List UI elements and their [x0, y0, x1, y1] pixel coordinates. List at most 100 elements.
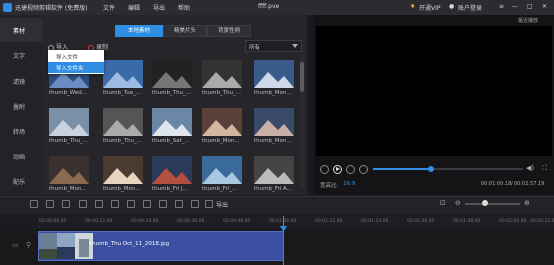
redo-icon[interactable] [46, 200, 54, 208]
media-thumbnail[interactable] [49, 108, 89, 136]
ruler-tick-label: 00:02:00.00 [499, 219, 527, 224]
ruler-tick-label: 00:01:36.00 [407, 219, 435, 224]
media-thumbnail[interactable] [152, 156, 192, 184]
nav-item-label: 配乐 [13, 179, 26, 186]
media-thumbnail-caption: thumb_Wed... [49, 90, 87, 96]
clip-thumbnail [39, 233, 57, 259]
media-thumbnail[interactable] [103, 60, 143, 88]
menu-file[interactable]: 文件 [103, 3, 115, 12]
filter-select[interactable]: 所有 [245, 40, 302, 52]
tab-intros[interactable]: 精美片头 [163, 25, 207, 37]
media-thumbnail[interactable] [202, 108, 242, 136]
preview-screen[interactable] [316, 26, 552, 156]
nav-item-animation[interactable]: 动画 [0, 144, 42, 168]
media-thumbnail-caption: thumb_Thu_... [103, 138, 143, 144]
undo-icon[interactable] [30, 200, 38, 208]
timeline-zoom-knob[interactable] [482, 200, 488, 206]
media-thumbnail[interactable] [202, 156, 242, 184]
freeze-icon[interactable] [159, 200, 167, 208]
landscape-photo-icon [152, 108, 192, 136]
landscape-photo-icon [152, 60, 192, 88]
media-thumbnail-caption: thumb_Mon... [254, 138, 292, 144]
next-frame-button[interactable] [359, 165, 368, 174]
menu-export[interactable]: 导出 [153, 3, 165, 12]
nav-item-label: 滤镜 [13, 79, 26, 86]
chevron-down-icon [292, 44, 298, 48]
media-thumbnail[interactable] [103, 108, 143, 136]
menu-edit[interactable]: 编辑 [128, 3, 140, 12]
export-label: 导出 [216, 202, 229, 209]
tab-backgrounds[interactable]: 背景性例 [207, 25, 251, 37]
media-thumbnail[interactable] [152, 60, 192, 88]
import-file-item[interactable]: 导入文件 [48, 51, 104, 62]
color-icon[interactable] [191, 200, 199, 208]
minimize-icon[interactable]: — [512, 3, 518, 10]
import-folder-item[interactable]: 导入文件夹 [48, 62, 104, 73]
nav-item-label: 素材 [13, 28, 26, 35]
nav-item-label: 转场 [13, 129, 26, 136]
media-thumbnail-caption: thumb_Mon... [202, 138, 240, 144]
nav-item-label: 叠附 [13, 104, 26, 111]
filter-select-value: 所有 [249, 44, 261, 51]
landscape-photo-icon [202, 156, 242, 184]
vip-button[interactable]: 开通VIP [419, 3, 441, 12]
media-thumbnail-caption: thumb_Thu_... [152, 90, 192, 96]
playback-progress-fill [373, 168, 430, 170]
nav-item-music[interactable]: 配乐 [0, 169, 42, 193]
media-thumbnail-caption: thumb_Fri A... [254, 186, 292, 192]
volume-icon[interactable]: ◀) [526, 164, 534, 172]
media-thumbnail[interactable] [152, 108, 192, 136]
close-icon[interactable]: ✕ [542, 3, 547, 10]
account-login-button[interactable]: 账户登录 [458, 3, 482, 12]
vip-icon[interactable]: ♦ [410, 3, 415, 10]
zoom-out-icon[interactable]: ⊖ [455, 199, 461, 207]
playhead[interactable] [283, 216, 284, 265]
menu-help[interactable]: 帮助 [178, 3, 190, 12]
media-thumbnail-caption: thumb_Mon... [103, 186, 141, 192]
playback-progress-knob[interactable] [428, 166, 434, 172]
media-thumbnail[interactable] [49, 156, 89, 184]
media-scrollbar-thumb[interactable] [300, 62, 304, 92]
media-thumbnail[interactable] [254, 156, 294, 184]
ruler-tick-label: 00:01:12.00 [315, 219, 343, 224]
nav-item-transition[interactable]: 转场 [0, 119, 42, 143]
stop-button[interactable] [346, 165, 355, 174]
media-thumbnail[interactable] [254, 108, 294, 136]
media-thumbnail[interactable] [254, 60, 294, 88]
nav-item-filter[interactable]: 滤镜 [0, 69, 42, 93]
timeline-zoom-slider[interactable] [465, 203, 520, 205]
split-icon[interactable] [111, 200, 119, 208]
maximize-icon[interactable]: □ [527, 3, 533, 10]
landscape-photo-icon [103, 60, 143, 88]
import-file-label: 导入文件 [56, 55, 79, 61]
menu-icon[interactable]: ≡ [499, 3, 504, 10]
nav-item-media[interactable]: 素材 [0, 18, 42, 42]
crop-icon[interactable] [95, 200, 103, 208]
export-button[interactable]: 导出 [216, 200, 228, 209]
document-title: ffff.pve [258, 3, 280, 10]
tab-local-media[interactable]: 本地素材 [115, 25, 163, 37]
user-icon[interactable]: ● [449, 3, 454, 10]
media-thumbnail-caption: thumb_Thu_... [49, 138, 89, 144]
landscape-photo-icon [49, 108, 89, 136]
delete-icon[interactable] [79, 200, 87, 208]
fullscreen-icon[interactable]: ⛶ [542, 164, 547, 173]
nav-item-text[interactable]: 文字 [0, 43, 42, 67]
fullscreen-tool-icon[interactable] [205, 200, 213, 208]
timer-icon[interactable] [175, 200, 183, 208]
media-thumbnail[interactable] [202, 60, 242, 88]
nav-item-overlay[interactable]: 叠附 [0, 94, 42, 118]
ruler-tick-label: 00:00:12.00 [85, 219, 113, 224]
zoom-in-icon[interactable]: ⊕ [524, 199, 530, 207]
edit-icon[interactable] [62, 200, 70, 208]
fit-icon[interactable]: ⊡ [440, 199, 446, 207]
ruler-tick-label: 00:00:24.00 [131, 219, 159, 224]
media-thumbnail-caption: thumb_Mon... [49, 186, 87, 192]
prev-frame-button[interactable] [320, 165, 329, 174]
media-thumbnail[interactable] [103, 156, 143, 184]
aspect-ratio-value[interactable]: 16:9 [343, 181, 355, 187]
speed-icon[interactable] [127, 200, 135, 208]
landscape-photo-icon [254, 156, 294, 184]
mosaic-icon[interactable] [143, 200, 151, 208]
track-lock-icon[interactable]: ⚲ [26, 241, 31, 249]
